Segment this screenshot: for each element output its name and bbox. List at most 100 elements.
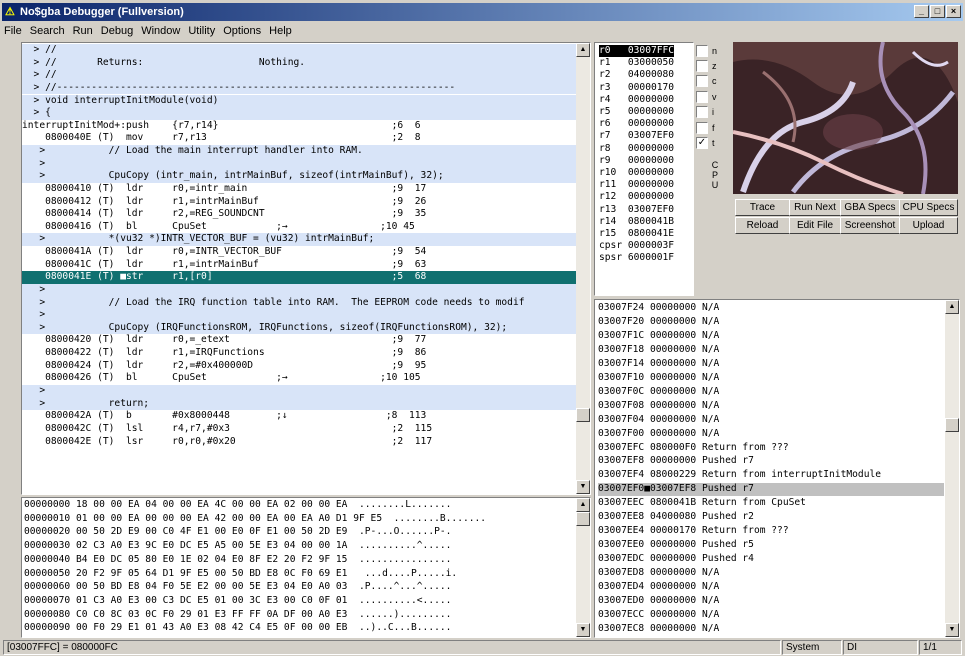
disassembly-line[interactable]: 08000416 (T) bl CpuSet ;→ ;10 45	[22, 221, 576, 234]
source-line[interactable]: > //	[22, 44, 576, 57]
register-row[interactable]: r0 03007FFC	[599, 45, 675, 58]
scroll-down-icon[interactable]: ▼	[576, 623, 590, 637]
scroll-up-icon[interactable]: ▲	[576, 498, 590, 512]
stack-entry[interactable]: 03007EF4 08000229 Return from interruptI…	[598, 469, 944, 482]
minimize-button[interactable]: _	[914, 5, 929, 18]
disassembly-line[interactable]: 08000420 (T) ldr r0,=_etext ;9 77	[22, 334, 576, 347]
stack-entry[interactable]: 03007EFC 080000F0 Return from ???	[598, 442, 944, 455]
scroll-up-icon[interactable]: ▲	[576, 43, 590, 57]
hexdump-row[interactable]: 00000070 01 C3 A0 E3 00 C3 DC E5 01 00 3…	[24, 595, 576, 608]
hexdump-row[interactable]: 00000000 18 00 00 EA 04 00 00 EA 4C 00 0…	[24, 499, 576, 512]
scroll-up-icon[interactable]: ▲	[945, 300, 959, 314]
flag-n[interactable]: n	[696, 43, 717, 58]
register-row[interactable]: r7 03007EF0	[599, 130, 674, 142]
disassembly-line[interactable]: 0800041A (T) ldr r0,=INTR_VECTOR_BUF ;9 …	[22, 246, 576, 259]
flag-checkbox[interactable]: ✓	[696, 136, 708, 149]
disassembly-line[interactable]: 08000424 (T) ldr r2,=#0x400000D ;9 95	[22, 360, 576, 373]
source-line[interactable]: >	[22, 157, 576, 171]
register-row[interactable]: r14 0800041B	[599, 216, 674, 228]
stack-entry[interactable]: 03007EE8 04000080 Pushed r2	[598, 511, 944, 524]
source-line[interactable]: >	[22, 309, 576, 322]
register-row[interactable]: r13 03007EF0	[599, 204, 674, 216]
hexdump-row[interactable]: 00000010 01 00 00 EA 00 00 00 EA 42 00 0…	[24, 513, 576, 526]
register-row[interactable]: r8 00000000	[599, 143, 674, 155]
register-row[interactable]: r6 00000000	[599, 118, 674, 130]
source-line[interactable]: > void interruptInitModule(void)	[22, 94, 576, 108]
source-line[interactable]: > *(vu32 *)INTR_VECTOR_BUF = (vu32) intr…	[22, 233, 576, 247]
current-instruction-line[interactable]: 0800041E (T) ■str r1,[r0] ;5 68	[22, 271, 576, 284]
hexdump-row[interactable]: 00000090 00 F0 29 E1 01 43 A0 E3 08 42 C…	[24, 622, 576, 635]
stack-entry[interactable]: 03007ECC 00000000 N/A	[598, 609, 944, 622]
stack-entry[interactable]: 03007EE0 00000000 Pushed r5	[598, 539, 944, 552]
flag-v[interactable]: v	[696, 89, 717, 104]
source-line[interactable]: > {	[22, 107, 576, 120]
hexdump-pane[interactable]: 00000090 00 F0 29 E1 01 43 A0 E3 08 42 C…	[21, 497, 591, 638]
hexdump-scrollbar[interactable]: ▲ ▼	[576, 498, 590, 637]
stack-entry[interactable]: 03007EF8 00000000 Pushed r7	[598, 455, 944, 468]
menu-debug[interactable]: Debug	[97, 25, 137, 37]
flag-checkbox[interactable]	[696, 59, 708, 72]
source-line[interactable]: > CpuCopy (intr_main, intrMainBuf, sizeo…	[22, 170, 576, 183]
maximize-button[interactable]: □	[930, 5, 945, 18]
stack-entry[interactable]: 03007F08 00000000 N/A	[598, 400, 944, 413]
stack-entry[interactable]: 03007ED0 00000000 N/A	[598, 595, 944, 608]
close-button[interactable]: ×	[946, 5, 961, 18]
scroll-thumb[interactable]	[576, 408, 590, 422]
flag-checkbox[interactable]	[696, 44, 708, 57]
disassembly-line[interactable]: 08000422 (T) ldr r1,=IRQFunctions ;9 86	[22, 347, 576, 360]
disassembly-line[interactable]: 0800040E (T) mov r7,r13 ;2 8	[22, 132, 576, 145]
flag-i[interactable]: i	[696, 105, 714, 120]
hexdump-row[interactable]: 00000040 B4 E0 DC 05 80 E0 1E 02 04 E0 8…	[24, 554, 576, 567]
menu-window[interactable]: Window	[137, 25, 184, 37]
source-line[interactable]: > // Load the IRQ function table into RA…	[22, 296, 576, 310]
stack-pane[interactable]: 03007EC8 00000000 N/A 03007ECC 00000000 N…	[594, 299, 960, 638]
menu-help[interactable]: Help	[265, 25, 296, 37]
menu-run[interactable]: Run	[69, 25, 97, 37]
registers-pane[interactable]: r0 03007FFC r1 03000050 r2 04000080 r3 0000…	[594, 42, 694, 296]
register-row[interactable]: r15 0800041E	[599, 228, 674, 240]
disassembly-line[interactable]: 0800041C (T) ldr r1,=intrMainBuf ;9 63	[22, 259, 576, 272]
stack-entry[interactable]: 03007EE4 00000170 Return from ???	[598, 525, 944, 538]
disassembly-pane[interactable]: 0800042E (T) lsr r0,r0,#0x20 ;2 117 0800…	[21, 42, 591, 495]
disassembly-line[interactable]: 0800042C (T) lsl r4,r7,#0x3 ;2 115	[22, 423, 576, 436]
stack-entry[interactable]: 03007F10 00000000 N/A	[598, 372, 944, 385]
hexdump-row[interactable]: 00000080 C0 C0 8C 03 0C F0 29 01 E3 FF F…	[24, 609, 576, 622]
source-line[interactable]: > //	[22, 69, 576, 82]
stack-entry[interactable]: 03007EC8 00000000 N/A	[598, 623, 944, 636]
register-row[interactable]: r3 00000170	[599, 82, 674, 94]
flag-t[interactable]: ✓ t	[696, 135, 715, 150]
trace-button[interactable]: Trace	[735, 199, 790, 216]
reload-button[interactable]: Reload	[735, 217, 790, 234]
scroll-down-icon[interactable]: ▼	[576, 480, 590, 494]
disassembly-scrollbar[interactable]: ▲ ▼	[576, 43, 590, 494]
run-next-button[interactable]: Run Next	[789, 199, 841, 216]
disassembly-line[interactable]: 08000426 (T) bl CpuSet ;→ ;10 105	[22, 372, 576, 385]
register-row[interactable]: r4 00000000	[599, 94, 674, 106]
stack-entry[interactable]: 03007F18 00000000 N/A	[598, 344, 944, 357]
source-line[interactable]: > return;	[22, 397, 576, 411]
flag-checkbox[interactable]	[696, 121, 708, 134]
disassembly-line[interactable]: 08000410 (T) ldr r0,=intr_main ;9 17	[22, 183, 576, 196]
menu-search[interactable]: Search	[26, 25, 69, 37]
source-line[interactable]: >	[22, 385, 576, 398]
menu-file[interactable]: File	[0, 25, 26, 37]
stack-entry[interactable]: 03007F00 00000000 N/A	[598, 428, 944, 441]
register-row[interactable]: r11 00000000	[599, 179, 674, 191]
stack-entry[interactable]: 03007F04 00000000 N/A	[598, 414, 944, 427]
register-row[interactable]: r9 00000000	[599, 155, 674, 167]
disassembly-line[interactable]: 08000414 (T) ldr r2,=REG_SOUNDCNT ;9 35	[22, 208, 576, 221]
source-line[interactable]: >	[22, 283, 576, 297]
scroll-thumb[interactable]	[576, 512, 590, 526]
edit-file-button[interactable]: Edit File	[789, 217, 841, 234]
register-row[interactable]: spsr 6000001F	[599, 252, 674, 264]
stack-scrollbar[interactable]: ▲ ▼	[945, 300, 959, 637]
disassembly-line[interactable]: interruptInitMod+:push {r7,r14} ;6 6	[22, 120, 576, 133]
register-row[interactable]: r1 03000050	[599, 57, 674, 69]
register-row[interactable]: cpsr 0000003F	[599, 240, 674, 252]
flag-c[interactable]: c	[696, 74, 717, 89]
flag-checkbox[interactable]	[696, 75, 708, 88]
hexdump-row[interactable]: 00000050 20 F2 9F 05 64 D1 9F E5 00 50 B…	[24, 568, 576, 581]
flag-checkbox[interactable]	[696, 90, 708, 103]
stack-entry[interactable]: 03007F24 00000000 N/A	[598, 302, 944, 315]
source-line[interactable]: > CpuCopy (IRQFunctionsROM, IRQFunctions…	[22, 321, 576, 335]
